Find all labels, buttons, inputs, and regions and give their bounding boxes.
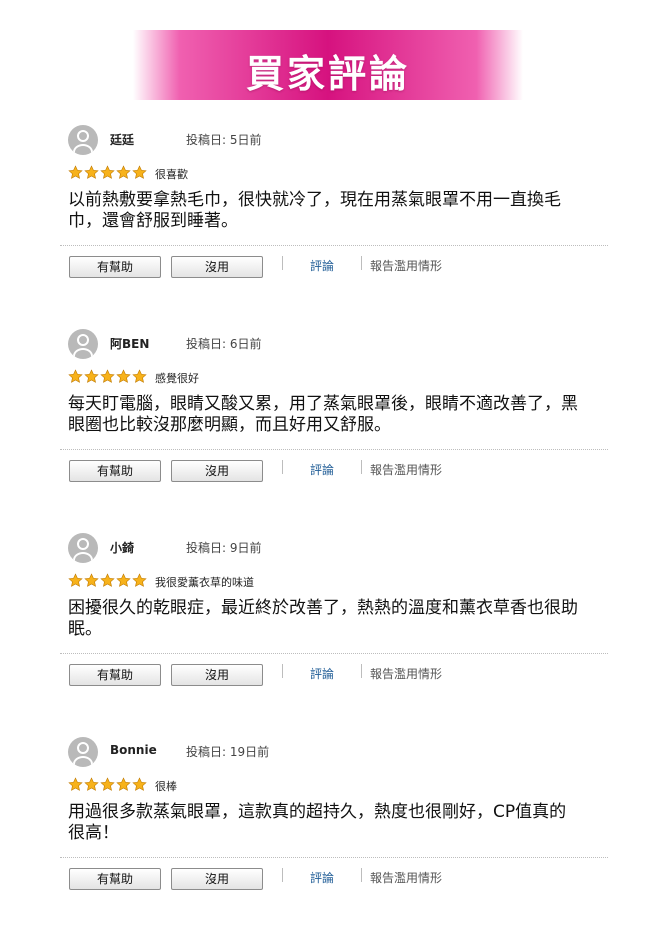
report-abuse-link[interactable]: 報告濫用情形	[370, 665, 442, 682]
star-icon	[116, 573, 131, 587]
star-icon	[68, 369, 83, 383]
comment-link[interactable]: 評論	[310, 665, 334, 682]
comment-link[interactable]: 評論	[310, 257, 334, 274]
report-abuse-link[interactable]: 報告濫用情形	[370, 461, 442, 478]
star-icon	[132, 777, 147, 791]
separator	[282, 868, 283, 882]
divider	[60, 245, 608, 246]
separator	[282, 256, 283, 270]
reviewer-name: 阿BEN	[110, 337, 150, 351]
avatar	[68, 533, 98, 563]
helpful-button[interactable]: 有幫助	[69, 664, 161, 686]
comment-link[interactable]: 評論	[310, 869, 334, 886]
star-icon	[84, 369, 99, 383]
star-icon	[84, 777, 99, 791]
avatar	[68, 125, 98, 155]
separator	[361, 256, 362, 270]
report-abuse-link[interactable]: 報告濫用情形	[370, 869, 442, 886]
helpful-button[interactable]: 有幫助	[69, 256, 161, 278]
separator	[282, 460, 283, 474]
star-rating	[68, 777, 147, 793]
reviews-banner: 買家評論	[133, 30, 523, 100]
review-title: 感覺很好	[155, 372, 199, 385]
divider	[60, 653, 608, 654]
review-card: 廷廷 投稿日: 5日前 很喜歡 以前熱敷要拿熱毛巾，很快就冷了，現在用蒸氣眼罩不…	[60, 125, 608, 305]
star-icon	[132, 573, 147, 587]
star-icon	[100, 165, 115, 179]
star-icon	[68, 165, 83, 179]
review-card: Bonnie 投稿日: 19日前 很棒 用過很多款蒸氣眼罩，這款真的超持久，熱度…	[60, 737, 608, 917]
star-icon	[100, 369, 115, 383]
separator	[282, 664, 283, 678]
divider	[60, 857, 608, 858]
star-icon	[116, 165, 131, 179]
unhelpful-button[interactable]: 沒用	[171, 256, 263, 278]
review-title: 我很愛薰衣草的味道	[155, 576, 254, 589]
review-title: 很喜歡	[155, 168, 188, 181]
star-icon	[116, 369, 131, 383]
avatar	[68, 329, 98, 359]
star-rating	[68, 369, 147, 385]
review-date: 投稿日: 9日前	[186, 541, 262, 555]
review-body: 用過很多款蒸氣眼罩，這款真的超持久，熱度也很剛好，CP值真的很高！	[68, 802, 567, 843]
unhelpful-button[interactable]: 沒用	[171, 460, 263, 482]
review-body: 以前熱敷要拿熱毛巾，很快就冷了，現在用蒸氣眼罩不用一直換毛巾，還會舒服到睡著。	[68, 190, 561, 231]
divider	[60, 449, 608, 450]
star-icon	[100, 573, 115, 587]
star-icon	[84, 573, 99, 587]
report-abuse-link[interactable]: 報告濫用情形	[370, 257, 442, 274]
helpful-button[interactable]: 有幫助	[69, 868, 161, 890]
review-date: 投稿日: 5日前	[186, 133, 262, 147]
star-icon	[116, 777, 131, 791]
review-date: 投稿日: 6日前	[186, 337, 262, 351]
review-date: 投稿日: 19日前	[186, 745, 270, 759]
banner-title: 買家評論	[245, 52, 410, 96]
reviewer-name: 小錡	[110, 541, 135, 555]
reviewer-name: Bonnie	[110, 743, 157, 757]
review-body: 困擾很久的乾眼症，最近終於改善了，熱熱的溫度和薰衣草香也很助眠。	[68, 598, 578, 639]
review-card: 阿BEN 投稿日: 6日前 感覺很好 每天盯電腦，眼睛又酸又累，用了蒸氣眼罩後，…	[60, 329, 608, 509]
helpful-button[interactable]: 有幫助	[69, 460, 161, 482]
review-card: 小錡 投稿日: 9日前 我很愛薰衣草的味道 困擾很久的乾眼症，最近終於改善了，熱…	[60, 533, 608, 713]
review-body: 每天盯電腦，眼睛又酸又累，用了蒸氣眼罩後，眼睛不適改善了，黑眼圈也比較沒那麼明顯…	[68, 394, 578, 435]
star-rating	[68, 573, 147, 589]
avatar	[68, 737, 98, 767]
star-icon	[68, 777, 83, 791]
star-icon	[132, 165, 147, 179]
star-icon	[132, 369, 147, 383]
reviewer-name: 廷廷	[110, 133, 135, 147]
separator	[361, 460, 362, 474]
separator	[361, 868, 362, 882]
unhelpful-button[interactable]: 沒用	[171, 868, 263, 890]
separator	[361, 664, 362, 678]
review-title: 很棒	[155, 780, 177, 793]
unhelpful-button[interactable]: 沒用	[171, 664, 263, 686]
star-icon	[84, 165, 99, 179]
star-icon	[68, 573, 83, 587]
star-icon	[100, 777, 115, 791]
star-rating	[68, 165, 147, 181]
comment-link[interactable]: 評論	[310, 461, 334, 478]
